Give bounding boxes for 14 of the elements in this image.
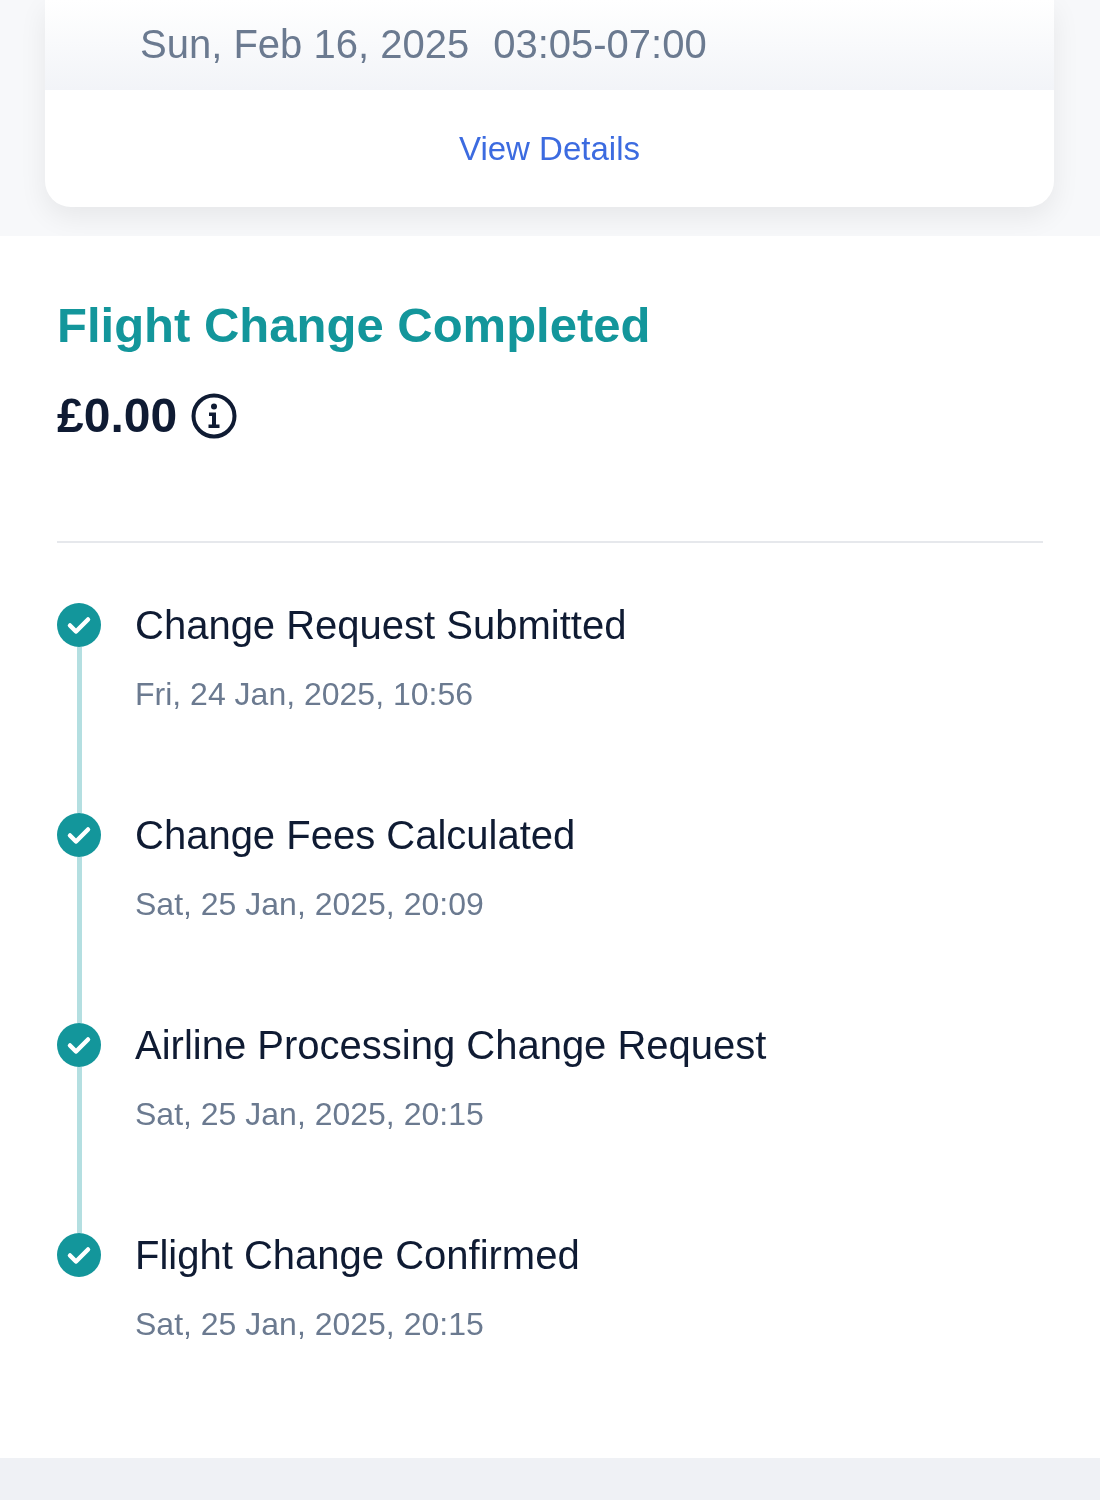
- step-title: Flight Change Confirmed: [135, 1233, 580, 1277]
- departure-time: 03:05-07:00: [493, 21, 707, 68]
- step-date: Sat, 25 Jan, 2025, 20:09: [135, 885, 485, 924]
- step-title: Change Request Submitted: [135, 603, 627, 647]
- step-title: Change Fees Calculated: [135, 813, 576, 857]
- departure-date: Sun, Feb 16, 2025: [140, 21, 470, 68]
- step-title: Airline Processing Change Request: [135, 1023, 767, 1067]
- view-details-link[interactable]: View Details: [451, 119, 648, 178]
- status-title: Flight Change Completed: [57, 297, 652, 354]
- change-fee-amount: £0.00: [57, 388, 178, 444]
- step-date: Fri, 24 Jan, 2025, 10:56: [135, 675, 474, 714]
- step-date: Sat, 25 Jan, 2025, 20:15: [135, 1305, 485, 1344]
- info-icon[interactable]: [191, 393, 238, 439]
- step-date: Sat, 25 Jan, 2025, 20:15: [135, 1095, 485, 1134]
